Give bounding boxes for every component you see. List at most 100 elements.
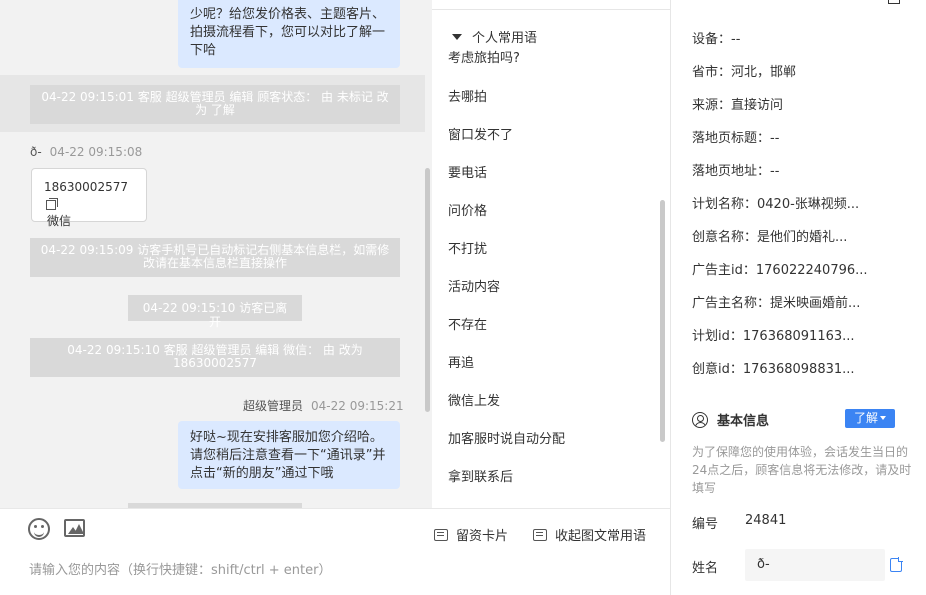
info-label: 落地页标题： — [692, 131, 771, 146]
info-value: 176022240796... — [755, 263, 868, 278]
phrase-item[interactable]: 要电话 — [448, 162, 487, 181]
collapse-phrases-label: 收起图文常用语 — [555, 529, 647, 544]
info-value: -- — [770, 131, 780, 146]
phrase-item[interactable]: 拿到联系后 — [448, 466, 513, 485]
system-message: 04-22 09:15:01 客服 超级管理员 编辑 顾客状态： 由 未标记 改… — [30, 85, 400, 124]
contact-card-phone: 18630002577 — [44, 180, 128, 194]
info-value: -- — [731, 32, 741, 47]
info-label: 计划名称： — [692, 197, 758, 212]
phrase-item[interactable]: 不打扰 — [448, 238, 487, 257]
info-row-advertiser-id: 广告主id：176022240796... — [692, 259, 868, 278]
quick-phrases-panel: 个人常用语 考虑旅拍吗? 去哪拍 窗口发不了 要电话 问价格 不打扰 活动内容 … — [432, 0, 670, 508]
document-icon[interactable] — [890, 557, 903, 572]
info-row-creative-id: 创意id：176368098831... — [692, 358, 855, 377]
phrase-item[interactable]: 活动内容 — [448, 276, 500, 295]
info-row-plan-name: 计划名称：0420-张琳视频... — [692, 193, 859, 212]
name-input[interactable]: ð- — [745, 549, 885, 581]
info-row-landing-url: 落地页地址：-- — [692, 160, 779, 179]
agent-message-bubble: 好哒~现在安排客服加您介绍哈。 请您稍后注意查看一下“通讯录”并 点击“新的朋友… — [178, 421, 400, 489]
basic-info-label: 基本信息 — [717, 414, 770, 429]
name-label: 姓名 — [692, 561, 719, 576]
message-line: 少呢？给您发价格表、主题客片、 — [190, 7, 386, 22]
info-row-advertiser-name: 广告主名称：提米映画婚前... — [692, 292, 860, 311]
message-line: 下哈 — [190, 43, 217, 58]
chat-messages: 少呢？给您发价格表、主题客片、 拍摄流程看下，您可以对比了解一 下哈 04-22… — [8, 0, 424, 508]
collapse-phrases-button[interactable]: 收起图文常用语 — [533, 525, 646, 544]
visitor-name: ð- — [30, 145, 42, 159]
agent-meta: 超级管理员 04-22 09:15:21 — [243, 397, 404, 414]
system-message: 04-22 09:15:10 访客已离开 — [128, 295, 302, 329]
info-row-device: 设备：-- — [692, 28, 740, 47]
chat-panel[interactable]: 少呢？给您发价格表、主题客片、 拍摄流程看下，您可以对比了解一 下哈 04-22… — [0, 0, 432, 508]
customer-status-dropdown[interactable]: 了解 — [845, 409, 895, 428]
info-label: 省市： — [692, 65, 732, 80]
caret-down-icon — [452, 33, 462, 40]
info-label: 创意id： — [692, 362, 743, 377]
chat-workspace: 少呢？给您发价格表、主题客片、 拍摄流程看下，您可以对比了解一 下哈 04-22… — [0, 0, 926, 595]
message-composer: 留资卡片 收起图文常用语 请输入您的内容（换行快捷键：shift/ctrl + … — [0, 508, 670, 595]
divider — [432, 9, 670, 10]
info-value: 直接访问 — [731, 98, 784, 113]
copy-icon[interactable] — [46, 198, 58, 210]
phrase-item[interactable]: 不存在 — [448, 314, 487, 333]
info-value: 提米映画婚前... — [770, 296, 861, 311]
message-line: 请您稍后注意查看一下“通讯录”并 — [190, 448, 386, 463]
customer-status-value: 了解 — [853, 411, 878, 425]
info-value: 176368091163... — [742, 329, 855, 344]
info-row-landing-title: 落地页标题：-- — [692, 127, 779, 146]
contact-card-type: 微信 — [47, 214, 72, 228]
system-message: 04-22 09:15:10 客服 超级管理员 编辑 微信： 由 改为 1863… — [30, 338, 400, 377]
phrase-item[interactable]: 微信上发 — [448, 390, 500, 409]
visitor-meta: ð- 04-22 09:15:08 — [30, 145, 142, 159]
info-label: 落地页地址： — [692, 164, 771, 179]
phrase-item[interactable]: 问价格 — [448, 200, 487, 219]
info-label: 设备： — [692, 32, 732, 47]
phrase-item[interactable]: 去哪拍 — [448, 86, 487, 105]
basic-info-title: 基本信息 — [692, 410, 769, 429]
lead-card-label: 留资卡片 — [456, 529, 509, 544]
info-label: 计划id： — [692, 329, 743, 344]
user-icon — [692, 411, 708, 428]
info-value: 176368098831... — [742, 362, 855, 377]
message-line: 点击“新的朋友”通过下哦 — [190, 466, 334, 481]
agent-message-bubble: 少呢？给您发价格表、主题客片、 拍摄流程看下，您可以对比了解一 下哈 — [178, 0, 400, 68]
emoji-icon[interactable] — [28, 518, 50, 540]
message-input[interactable]: 请输入您的内容（换行快捷键：shift/ctrl + enter） — [29, 559, 332, 578]
system-message: 04-22 09:15:09 访客手机号已自动标记右侧基本信息栏，如需修改请在基… — [30, 238, 400, 277]
info-label: 创意名称： — [692, 230, 758, 245]
info-row-source: 来源：直接访问 — [692, 94, 783, 113]
info-row-creative-name: 创意名称：是他们的婚礼... — [692, 226, 847, 245]
info-label: 来源： — [692, 98, 732, 113]
card-icon — [434, 528, 448, 541]
lead-card-button[interactable]: 留资卡片 — [434, 525, 508, 544]
phrase-item[interactable]: 窗口发不了 — [448, 124, 513, 143]
image-icon[interactable] — [64, 519, 85, 537]
info-value: 河北，邯郸 — [731, 65, 797, 80]
visitor-time: 04-22 09:15:08 — [49, 145, 143, 159]
message-line: 好哒~现在安排客服加您介绍哈。 — [190, 430, 383, 445]
info-value: 是他们的婚礼... — [757, 230, 848, 245]
phrase-item[interactable]: 考虑旅拍吗? — [448, 47, 520, 66]
caret-down-icon — [880, 416, 886, 420]
info-value: 0420-张琳视频... — [757, 197, 860, 212]
edit-notice: 为了保障您的使用体验，会话发生当日的24点之后，顾客信息将无法修改，请及时填写 — [692, 445, 912, 495]
info-value: -- — [770, 164, 780, 179]
card-icon — [533, 528, 547, 541]
phrase-item[interactable]: 加客服时说自动分配 — [448, 428, 565, 447]
chat-scrollbar[interactable] — [425, 168, 430, 412]
info-label: 广告主id： — [692, 263, 756, 278]
phrases-scrollbar[interactable] — [660, 200, 665, 442]
phrase-group-label: 个人常用语 — [472, 31, 538, 46]
phrase-item[interactable]: 再追 — [448, 352, 474, 371]
number-label: 编号 — [692, 517, 719, 532]
message-line: 拍摄流程看下，您可以对比了解一 — [190, 25, 386, 40]
info-label: 广告主名称： — [692, 296, 771, 311]
info-row-region: 省市：河北，邯郸 — [692, 61, 796, 80]
contact-card[interactable]: 18630002577 微信 — [31, 168, 147, 228]
agent-time: 04-22 09:15:21 — [311, 399, 404, 413]
phrase-group-header[interactable]: 个人常用语 — [452, 27, 537, 46]
agent-name: 超级管理员 — [243, 399, 304, 413]
edit-icon[interactable] — [888, 0, 900, 4]
info-row-plan-id: 计划id：176368091163... — [692, 325, 855, 344]
customer-info-panel: 设备：-- 省市：河北，邯郸 来源：直接访问 落地页标题：-- 落地页地址：--… — [671, 0, 926, 595]
